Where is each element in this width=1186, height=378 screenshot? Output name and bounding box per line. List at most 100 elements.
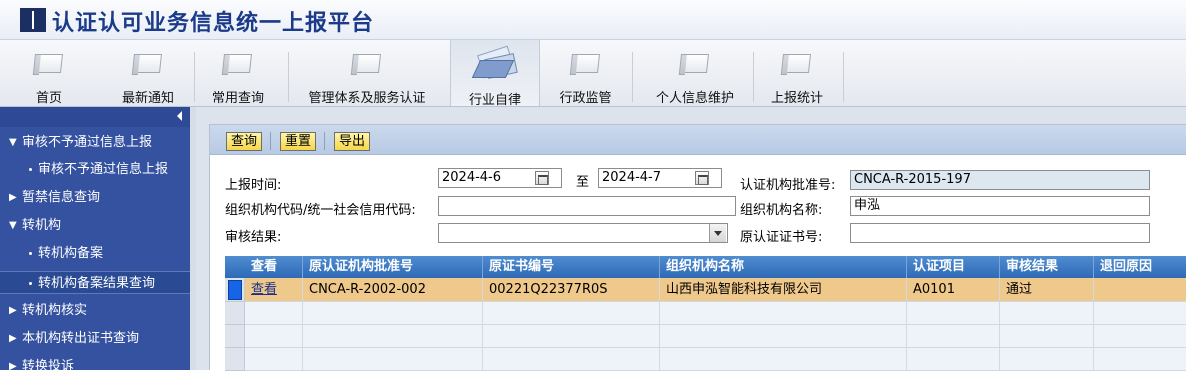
query-button[interactable]: 查询 xyxy=(226,132,263,151)
column-header[interactable]: 组织机构名称 xyxy=(660,256,907,278)
query-form: 上报时间: 2024-4-6 至 2024-4-7 认证机构批准号: CNCA-… xyxy=(210,155,1186,255)
folder-icon xyxy=(134,52,162,74)
row-selected-marker xyxy=(228,280,242,300)
bullet-icon xyxy=(29,282,32,285)
export-button[interactable]: 导出 xyxy=(334,132,371,151)
empty-cell xyxy=(483,325,660,348)
cell-orig-cert-no: 00221Q22377R0S xyxy=(483,278,660,301)
action-divider xyxy=(324,132,325,150)
column-header[interactable]: 原证书编号 xyxy=(483,256,660,278)
chevron-right-icon: ▶ xyxy=(9,361,17,372)
action-bar: 查询 重置 导出 xyxy=(210,125,1186,155)
empty-cell xyxy=(303,325,483,348)
sidebar-group-transfer-verify[interactable]: ▶ 转机构核实 xyxy=(0,299,190,322)
calendar-icon[interactable] xyxy=(535,171,549,185)
row-header[interactable] xyxy=(225,302,245,325)
grid-header: 查看 原认证机构批准号 原证书编号 组织机构名称 认证项目 审核结果 退回原因 xyxy=(225,256,1186,278)
table-row[interactable]: 查看 CNCA-R-2002-002 00221Q22377R0S 山西申泓智能… xyxy=(245,278,1186,302)
date-to-separator: 至 xyxy=(576,175,590,190)
empty-cell xyxy=(907,348,1000,371)
folder-icon xyxy=(224,52,252,74)
folder-icon xyxy=(572,52,600,74)
orig-cert-no-input[interactable] xyxy=(850,223,1150,243)
cert-body-no-label: 认证机构批准号: xyxy=(740,178,836,193)
toolbar-item-home[interactable]: 首页 xyxy=(14,40,84,106)
sidebar-group-transfer-body[interactable]: ▼ 转机构 xyxy=(0,214,190,237)
sidebar-group-transfer-complaint[interactable]: ▶ 转换投诉 xyxy=(0,355,190,378)
org-code-input[interactable] xyxy=(438,196,736,216)
app-logo-icon xyxy=(20,8,46,32)
sidebar-item-transfer-filing-result[interactable]: 转机构备案结果查询 xyxy=(0,271,190,294)
toolbar-divider xyxy=(753,52,754,102)
toolbar-divider xyxy=(194,52,195,102)
query-panel: 查询 重置 导出 上报时间: 2024-4-6 至 2024-4-7 认证机构批… xyxy=(209,124,1186,371)
toolbar-item-personal-info[interactable]: 个人信息维护 xyxy=(640,40,750,106)
sidebar-collapse-button[interactable] xyxy=(0,107,190,127)
action-divider xyxy=(270,132,271,150)
toolbar-label: 首页 xyxy=(35,91,62,106)
org-name-label: 组织机构名称: xyxy=(740,203,823,218)
review-result-label: 审核结果: xyxy=(225,230,282,245)
chevron-down-icon: ▼ xyxy=(9,220,17,231)
documents-icon xyxy=(471,45,520,82)
report-time-label: 上报时间: xyxy=(225,178,282,193)
org-code-label: 组织机构代码/统一社会信用代码: xyxy=(225,203,416,218)
toolbar-label: 最新通知 xyxy=(121,91,174,106)
bullet-icon xyxy=(29,168,32,171)
empty-cell xyxy=(907,302,1000,325)
chevron-right-icon: ▶ xyxy=(9,333,17,344)
sidebar-item-label: 转机构核实 xyxy=(22,303,88,318)
empty-cell xyxy=(1000,302,1094,325)
chevron-down-icon[interactable] xyxy=(709,224,726,242)
empty-cell xyxy=(303,302,483,325)
cell-reason xyxy=(1094,278,1186,301)
cell-project: A0101 xyxy=(907,278,1000,301)
app-header: 认证认可业务信息统一上报平台 xyxy=(0,0,1186,40)
chevron-right-icon: ▶ xyxy=(9,192,17,203)
table-row[interactable] xyxy=(245,348,1186,371)
sidebar-item-label: 暂禁信息查询 xyxy=(22,190,101,205)
row-header[interactable] xyxy=(225,325,245,348)
sidebar-item-label: 转机构备案 xyxy=(38,246,104,261)
sidebar-item-review-fail-report[interactable]: 审核不予通过信息上报 xyxy=(0,158,190,181)
folder-icon xyxy=(35,52,63,74)
chevron-right-icon: ▶ xyxy=(9,305,17,316)
bullet-icon xyxy=(29,252,32,255)
toolbar-label: 上报统计 xyxy=(770,91,823,106)
sidebar-item-transfer-filing[interactable]: 转机构备案 xyxy=(0,242,190,265)
folder-icon xyxy=(783,52,811,74)
column-header[interactable]: 查看 xyxy=(245,256,303,278)
toolbar-item-admin-supervision[interactable]: 行政监管 xyxy=(548,40,623,106)
toolbar-item-common-query[interactable]: 常用查询 xyxy=(198,40,278,106)
cell-org-name: 山西申泓智能科技有限公司 xyxy=(660,278,907,301)
table-row[interactable] xyxy=(245,325,1186,348)
empty-cell xyxy=(245,302,303,325)
orig-cert-no-label: 原认证证书号: xyxy=(740,230,823,245)
row-header[interactable] xyxy=(225,348,245,371)
cert-body-no-field: CNCA-R-2015-197 xyxy=(850,170,1150,190)
empty-cell xyxy=(245,348,303,371)
empty-cell xyxy=(660,325,907,348)
calendar-icon[interactable] xyxy=(695,171,709,185)
row-header[interactable] xyxy=(225,278,245,302)
toolbar-item-notices[interactable]: 最新通知 xyxy=(108,40,188,106)
toolbar-item-management-cert[interactable]: 管理体系及服务认证 xyxy=(292,40,442,106)
column-header[interactable]: 认证项目 xyxy=(907,256,1000,278)
sidebar-item-label: 转机构备案结果查询 xyxy=(38,276,156,291)
sidebar-group-outgoing-cert-query[interactable]: ▶ 本机构转出证书查询 xyxy=(0,327,190,350)
empty-cell xyxy=(1000,325,1094,348)
toolbar-item-report-stats[interactable]: 上报统计 xyxy=(757,40,837,106)
chevron-down-icon: ▼ xyxy=(9,137,17,148)
column-header[interactable]: 原认证机构批准号 xyxy=(303,256,483,278)
column-header[interactable]: 审核结果 xyxy=(1000,256,1094,278)
column-header[interactable]: 退回原因 xyxy=(1094,256,1186,278)
reset-button[interactable]: 重置 xyxy=(280,132,317,151)
toolbar-item-industry-self-discipline[interactable]: 行业自律 xyxy=(450,40,540,108)
view-link[interactable]: 查看 xyxy=(245,278,303,301)
sidebar-group-suspension-query[interactable]: ▶ 暂禁信息查询 xyxy=(0,186,190,209)
review-result-select[interactable] xyxy=(438,223,728,243)
app-title: 认证认可业务信息统一上报平台 xyxy=(52,10,375,36)
org-name-input[interactable]: 申泓 xyxy=(850,196,1150,216)
table-row[interactable] xyxy=(245,302,1186,325)
sidebar-group-review-fail-report[interactable]: ▼ 审核不予通过信息上报 xyxy=(0,131,190,154)
